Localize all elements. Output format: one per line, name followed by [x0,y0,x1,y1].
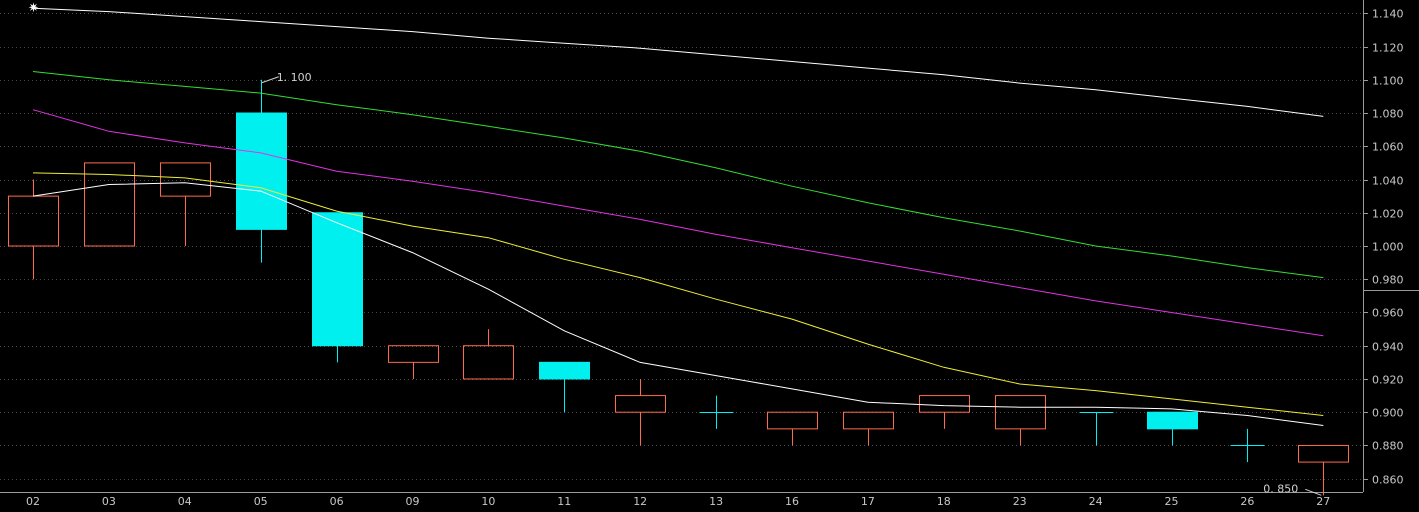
y-tick-label: 0.960 [1372,307,1404,320]
x-tick-label: 06 [330,495,344,508]
series-line [32,7,1324,117]
x-tick-label: 26 [1240,495,1254,508]
x-tick-label: 27 [1316,495,1330,508]
marker-icon: ✷ [28,1,39,16]
candle-body [1147,411,1198,430]
candle-body [8,195,59,247]
y-tick-label: 1.020 [1372,208,1404,221]
y-tick-label: 1.060 [1372,141,1404,154]
candle-body [236,112,287,230]
candles [8,79,1349,496]
x-tick-label: 10 [481,495,495,508]
series-line [32,172,1324,416]
y-tick-label: 1.000 [1372,241,1404,254]
y-tick-label: 0.900 [1372,407,1404,420]
x-tick-label: 25 [1165,495,1179,508]
y-tick-label: 1.040 [1372,175,1404,188]
x-tick-label: 02 [26,495,40,508]
candle-body [843,411,894,430]
series-line [32,109,1324,337]
x-tick-label: 16 [785,495,799,508]
candle-body [539,361,590,380]
series-line [32,71,1324,279]
x-tick-label: 04 [178,495,192,508]
moving-average-lines [32,7,1324,426]
x-tick-label: 13 [709,495,723,508]
grid-lines [0,13,1363,480]
x-tick-label: 24 [1089,495,1103,508]
candle-body [160,162,211,197]
x-tick-label: 11 [557,495,571,508]
axes: 1.140 1.120 1.100 1.080 1.060 1.040 1.020 1.000… [0,0,1419,508]
y-tick-label: 0.920 [1372,374,1404,387]
candle-body [463,345,514,380]
candle-body [615,395,666,413]
candlestick-chart: 1.140 1.120 1.100 1.080 1.060 1.040 1.020 1.000… [0,0,1419,508]
x-tick-label: 18 [937,495,951,508]
x-tick-label: 03 [102,495,116,508]
y-tick-label: 0.860 [1372,474,1404,487]
y-tick-label: 1.140 [1372,8,1404,21]
y-tick-label: 1.120 [1372,42,1404,55]
candle-body [767,411,818,430]
y-tick-label: 0.880 [1372,440,1404,453]
x-tick-label: 12 [633,495,647,508]
x-tick-label: 05 [254,495,268,508]
annotation-label: 1. 100 [277,71,312,84]
y-tick-label: 1.100 [1372,75,1404,88]
candle-body [388,345,439,363]
x-tick-label: 17 [861,495,875,508]
x-tick-label: 09 [406,495,420,508]
annotation-label: 0. 850 [1263,482,1298,495]
y-tick-label: 0.980 [1372,274,1404,287]
x-tick-label: 23 [1013,495,1027,508]
series-line [32,182,1324,426]
y-tick-label: 0.940 [1372,341,1404,354]
candle-body [919,395,970,413]
candle-body [1298,444,1349,463]
candle-body [312,212,363,347]
y-tick-label: 1.080 [1372,108,1404,121]
annotations: 1. 100 0. 850 [261,71,1322,496]
